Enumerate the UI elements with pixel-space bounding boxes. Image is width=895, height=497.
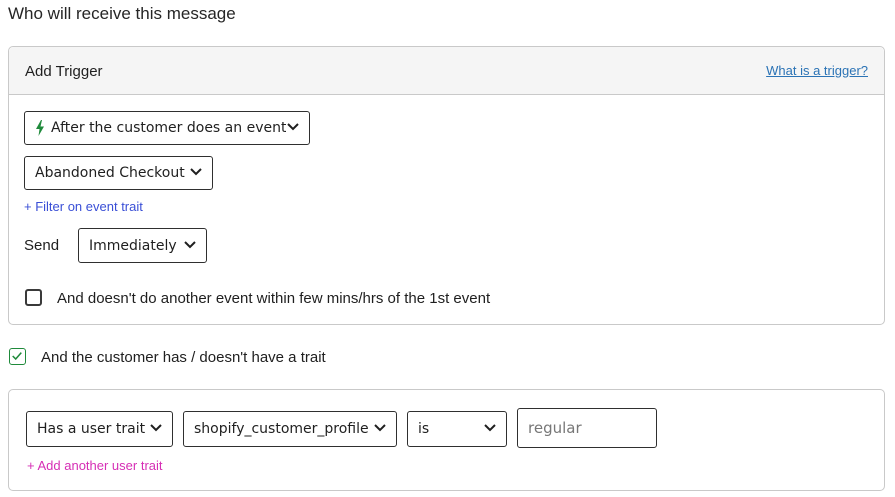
filter-event-trait-link[interactable]: + Filter on event trait xyxy=(24,199,143,214)
event-type-select[interactable]: After the customer does an event xyxy=(24,111,310,145)
bolt-icon xyxy=(36,120,44,136)
operator-select[interactable]: is xyxy=(407,411,507,447)
event-type-select-label: After the customer does an event xyxy=(51,120,287,136)
exclusion-checkbox-label: And doesn't do another event within few … xyxy=(57,290,491,307)
trait-condition-label: And the customer has / doesn't have a tr… xyxy=(41,349,326,366)
chevron-down-icon xyxy=(150,424,162,432)
trait-name-select-label: shopify_customer_profile xyxy=(194,421,369,437)
trait-value-input[interactable] xyxy=(517,408,657,448)
event-select[interactable]: Abandoned Checkout xyxy=(24,156,213,190)
chevron-down-icon xyxy=(184,240,196,248)
trait-mode-select-label: Has a user trait xyxy=(37,421,146,437)
exclusion-checkbox[interactable] xyxy=(25,289,42,306)
checkmark-icon xyxy=(12,352,22,361)
section-title: Who will receive this message xyxy=(8,4,236,23)
trigger-card-header: Add Trigger What is a trigger? xyxy=(9,47,884,95)
trait-card: Has a user trait shopify_customer_profil… xyxy=(8,389,885,491)
chevron-down-icon xyxy=(374,424,386,432)
send-timing-select-label: Immediately xyxy=(89,237,177,254)
trigger-card: Add Trigger What is a trigger? After the… xyxy=(8,46,885,325)
send-timing-select[interactable]: Immediately xyxy=(78,228,207,263)
chevron-down-icon xyxy=(484,424,496,432)
trigger-card-title: Add Trigger xyxy=(25,63,103,80)
event-select-label: Abandoned Checkout xyxy=(35,165,185,181)
what-is-trigger-link[interactable]: What is a trigger? xyxy=(766,63,868,78)
trait-name-select[interactable]: shopify_customer_profile xyxy=(183,411,397,447)
trait-mode-select[interactable]: Has a user trait xyxy=(26,411,173,447)
send-label: Send xyxy=(24,237,60,254)
chevron-down-icon xyxy=(190,168,202,176)
operator-select-label: is xyxy=(418,421,430,437)
trait-condition-checkbox[interactable] xyxy=(9,348,26,365)
chevron-down-icon xyxy=(287,123,299,131)
add-user-trait-link[interactable]: + Add another user trait xyxy=(27,458,163,473)
